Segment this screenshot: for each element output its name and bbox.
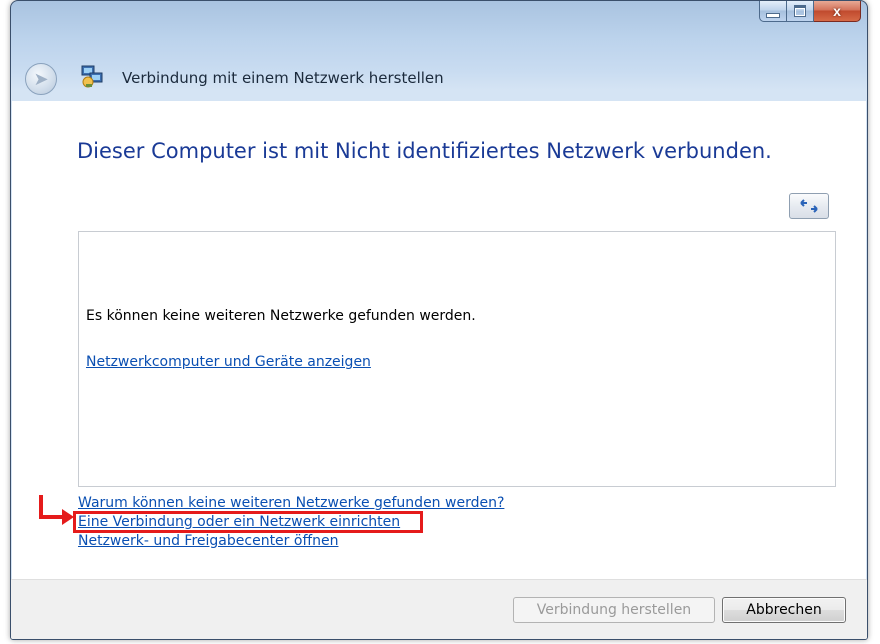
back-button[interactable]: ➤: [25, 63, 57, 95]
cancel-button[interactable]: Abbrechen: [722, 597, 846, 623]
red-arrow-icon: [39, 495, 74, 525]
maximize-icon: [794, 5, 806, 17]
why-no-networks-link[interactable]: Warum können keine weiteren Netzwerke ge…: [78, 495, 504, 511]
dialog-footer: Verbindung herstellen Abbrechen: [11, 579, 867, 639]
page-heading: Dieser Computer ist mit Nicht identifizi…: [77, 139, 772, 163]
window-title: Verbindung mit einem Netzwerk herstellen: [122, 69, 444, 87]
wizard-header: ➤ Verbindung mit einem Netzwerk herstell…: [11, 57, 867, 101]
maximize-button[interactable]: [787, 1, 814, 22]
back-arrow-icon: ➤: [33, 68, 49, 89]
close-button[interactable]: x: [814, 1, 861, 22]
content-area: Dieser Computer ist mit Nicht identifizi…: [12, 101, 866, 579]
window-controls: x: [759, 1, 861, 22]
network-icon: [81, 65, 103, 88]
minimize-button[interactable]: [759, 1, 787, 22]
connect-button[interactable]: Verbindung herstellen: [513, 597, 715, 623]
refresh-arrows-icon: [800, 199, 818, 213]
empty-list-message: Es können keine weiteren Netzwerke gefun…: [86, 308, 476, 324]
refresh-button[interactable]: [789, 193, 829, 219]
highlight-box: [73, 511, 423, 533]
show-network-devices-link[interactable]: Netzwerkcomputer und Geräte anzeigen: [86, 354, 371, 370]
minimize-icon: [766, 12, 780, 18]
network-list: Es können keine weiteren Netzwerke gefun…: [78, 231, 836, 487]
open-network-center-link[interactable]: Netzwerk- und Freigabecenter öffnen: [78, 533, 338, 549]
close-icon: x: [833, 3, 841, 19]
dialog-window: x ➤ Verbindung mit einem Netzwerk herste…: [10, 0, 868, 640]
